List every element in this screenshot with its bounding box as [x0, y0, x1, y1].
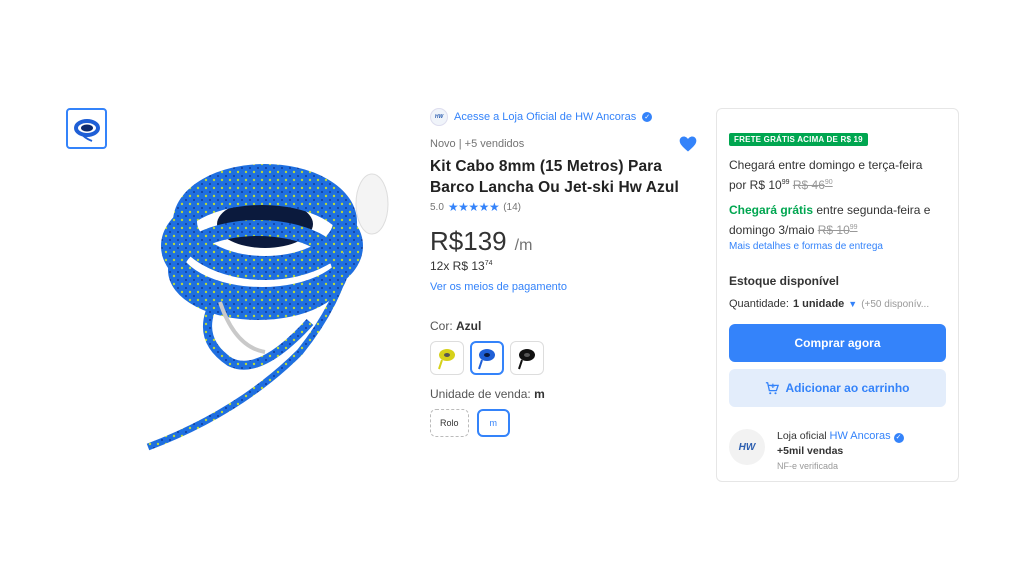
rating-row[interactable]: 5.0 ★★★★★ (14) — [430, 200, 700, 214]
sale-unit-options: Rolo m — [430, 409, 700, 437]
price-unit: /m — [514, 237, 533, 254]
review-count: (14) — [503, 201, 521, 213]
quantity-value: 1 unidade — [792, 298, 845, 310]
rating-stars: ★★★★★ — [447, 200, 500, 214]
buy-box: FRETE GRÁTIS ACIMA DE R$ 19 Chegará entr… — [716, 108, 959, 482]
blue-rope-coil-image — [146, 164, 389, 451]
color-label: Cor: Azul — [430, 319, 482, 333]
free-shipping-badge: FRETE GRÁTIS ACIMA DE R$ 19 — [729, 133, 868, 146]
color-option-black[interactable] — [510, 341, 544, 375]
official-store-link[interactable]: HW Acesse a Loja Oficial de HW Ancoras ✓ — [430, 108, 700, 126]
rope-thumbnail-icon — [73, 118, 100, 142]
store-link-text[interactable]: Acesse a Loja Oficial de HW Ancoras — [454, 111, 636, 123]
seller-line: Loja oficial HW Ancoras ✓ — [777, 429, 904, 444]
invoice-status: NF-e verificada — [777, 461, 839, 471]
sale-unit-label: Unidade de venda: m — [430, 387, 545, 401]
shipping-details-link[interactable]: Mais detalhes e formas de entrega — [729, 241, 946, 252]
product-title: Kit Cabo 8mm (15 Metros) Para Barco Lanc… — [430, 158, 679, 196]
installments: 12x R$ 1374 — [430, 259, 493, 273]
product-thumbnail[interactable] — [66, 108, 107, 149]
shipping-free: Chegará grátis entre segunda-feira e dom… — [729, 203, 931, 237]
chevron-down-icon: ▼ — [848, 299, 858, 309]
verified-icon: ✓ — [642, 112, 653, 122]
price-amount: R$139 — [430, 226, 507, 256]
price: R$139 /m — [430, 226, 700, 257]
payment-methods-link[interactable]: Ver os meios de pagamento — [430, 281, 700, 293]
unit-option-m[interactable]: m — [476, 409, 511, 437]
rating-value: 5.0 — [430, 201, 444, 213]
color-swatches — [430, 341, 700, 375]
seller-name-link[interactable]: HW Ancoras — [830, 430, 891, 442]
product-info: HW Acesse a Loja Oficial de HW Ancoras ✓… — [430, 108, 700, 437]
yellow-rope-icon — [438, 349, 455, 370]
seller-logo[interactable]: HW — [729, 429, 765, 465]
cart-icon — [766, 382, 780, 395]
quantity-selector[interactable]: Quantidade: 1 unidade ▼ (+50 disponív... — [729, 298, 946, 310]
color-option-yellow[interactable] — [430, 341, 464, 375]
store-logo: HW — [430, 108, 448, 126]
unit-option-rolo[interactable]: Rolo — [430, 409, 469, 437]
favorite-heart-icon[interactable] — [678, 134, 698, 154]
add-to-cart-button[interactable]: Adicionar ao carrinho — [729, 369, 946, 407]
product-image[interactable] — [140, 162, 402, 452]
shipping-paid: Chegará entre domingo e terça-feira por … — [729, 158, 923, 192]
stock-title: Estoque disponível — [729, 274, 840, 288]
color-option-blue[interactable] — [470, 341, 504, 375]
seller-sales: +5mil vendas — [777, 445, 844, 457]
seller-info: HW Loja oficial HW Ancoras ✓ +5mil venda… — [729, 429, 946, 474]
quantity-label: Quantidade: — [729, 298, 789, 310]
blue-rope-icon — [478, 349, 495, 370]
condition-sales: Novo | +5 vendidos — [430, 138, 525, 150]
available-count: (+50 disponív... — [861, 298, 930, 310]
buy-now-button[interactable]: Comprar agora — [729, 324, 946, 362]
add-to-cart-label: Adicionar ao carrinho — [785, 381, 910, 395]
verified-icon: ✓ — [893, 432, 904, 443]
black-rope-icon — [518, 349, 535, 370]
